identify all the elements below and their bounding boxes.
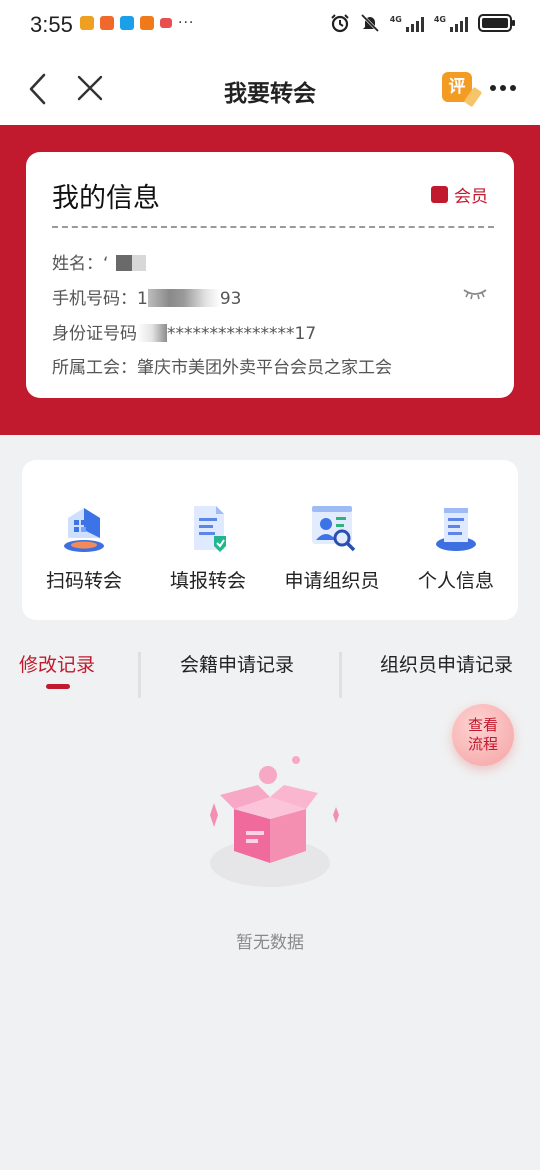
tab-separator bbox=[339, 652, 342, 698]
notification-icons: ··· bbox=[80, 15, 194, 31]
tab-separator bbox=[138, 652, 141, 698]
id-row: 身份证号码 ***************17 bbox=[52, 319, 316, 344]
id-value: ***************17 bbox=[167, 324, 317, 344]
service-label: 扫码转会 bbox=[45, 570, 122, 592]
rate-icon-label: 评 bbox=[448, 77, 466, 97]
view-process-line1: 查看 bbox=[467, 716, 498, 734]
service-form-transfer[interactable]: 填报转会 bbox=[146, 500, 270, 593]
notification-app-icon bbox=[100, 16, 114, 30]
notification-app-icon bbox=[120, 16, 134, 30]
divider bbox=[52, 226, 494, 228]
record-tabs: 修改记录 会籍申请记录 组织员申请记录 bbox=[0, 636, 540, 698]
phone-label: 手机号码： bbox=[52, 289, 137, 309]
union-value: 肇庆市美团外卖平台会员之家工会 bbox=[137, 358, 392, 378]
phone-suffix: 93 bbox=[219, 289, 242, 309]
service-personal-info[interactable]: 个人信息 bbox=[394, 500, 518, 593]
apply-organizer-icon bbox=[312, 506, 356, 552]
member-badge[interactable]: 会员 bbox=[431, 182, 488, 207]
name-label: 姓名： bbox=[52, 254, 103, 274]
eye-closed-icon[interactable] bbox=[462, 286, 488, 300]
more-icon[interactable] bbox=[490, 78, 516, 98]
phone-prefix: 1 bbox=[137, 289, 148, 309]
signal-4g-icon: 4G bbox=[434, 15, 468, 32]
personal-info-icon bbox=[436, 508, 476, 551]
mute-icon bbox=[360, 13, 379, 33]
scan-transfer-icon bbox=[64, 508, 104, 552]
name-row: 姓名：‘ bbox=[52, 249, 147, 274]
service-scan-transfer[interactable]: 扫码转会 bbox=[22, 500, 146, 593]
member-label: 会员 bbox=[454, 187, 488, 207]
my-info-card: 我的信息 会员 姓名：‘ 手机号码：1 93 身份证号码 *************… bbox=[26, 152, 514, 398]
status-time: 3:55 bbox=[30, 12, 73, 37]
name-value: ‘ bbox=[103, 254, 109, 274]
empty-state-text: 暂无数据 bbox=[236, 933, 304, 953]
more-notifications-icon: ··· bbox=[178, 15, 195, 31]
id-mask bbox=[137, 324, 167, 342]
system-icons: 4G 4G bbox=[330, 13, 515, 33]
battery-icon bbox=[478, 14, 515, 32]
union-row: 所属工会：肇庆市美团外卖平台会员之家工会 bbox=[52, 353, 392, 378]
member-icon bbox=[431, 186, 448, 203]
form-transfer-icon bbox=[194, 506, 226, 552]
notification-app-icon bbox=[160, 18, 172, 28]
service-apply-organizer[interactable]: 申请组织员 bbox=[270, 500, 394, 593]
status-bar: 3:55 ··· 4G 4G bbox=[0, 0, 540, 52]
view-process-button[interactable]: 查看 流程 bbox=[452, 704, 514, 766]
signal-4g-icon: 4G bbox=[390, 15, 424, 32]
info-card-title: 我的信息 bbox=[52, 183, 160, 214]
signal-label: 4G bbox=[389, 14, 402, 24]
empty-box-illustration bbox=[210, 756, 339, 887]
view-process-line2: 流程 bbox=[467, 735, 498, 753]
service-label: 填报转会 bbox=[169, 570, 246, 592]
union-label: 所属工会： bbox=[52, 358, 137, 378]
signal-label: 4G bbox=[433, 14, 446, 24]
phone-row: 手机号码：1 93 bbox=[52, 284, 241, 309]
service-label: 申请组织员 bbox=[284, 570, 380, 592]
rate-icon[interactable]: 评 bbox=[442, 72, 483, 108]
tab-indicator bbox=[46, 684, 70, 689]
phone-mask bbox=[147, 289, 220, 307]
notification-app-icon bbox=[140, 16, 154, 30]
services-card: 扫码转会 填报转会 申请组织员 个人信息 bbox=[22, 460, 518, 620]
name-mask-fade bbox=[132, 255, 147, 271]
tab-modification-records[interactable]: 修改记录 bbox=[19, 650, 95, 677]
nav-header: 我要转会 评 bbox=[0, 52, 540, 125]
notification-app-icon bbox=[80, 16, 94, 30]
service-label: 个人信息 bbox=[417, 570, 494, 592]
name-mask bbox=[116, 255, 133, 271]
alarm-icon bbox=[331, 14, 349, 33]
tab-organizer-records[interactable]: 组织员申请记录 bbox=[380, 650, 513, 677]
tab-membership-records[interactable]: 会籍申请记录 bbox=[180, 650, 294, 677]
id-label: 身份证号码 bbox=[52, 324, 137, 344]
